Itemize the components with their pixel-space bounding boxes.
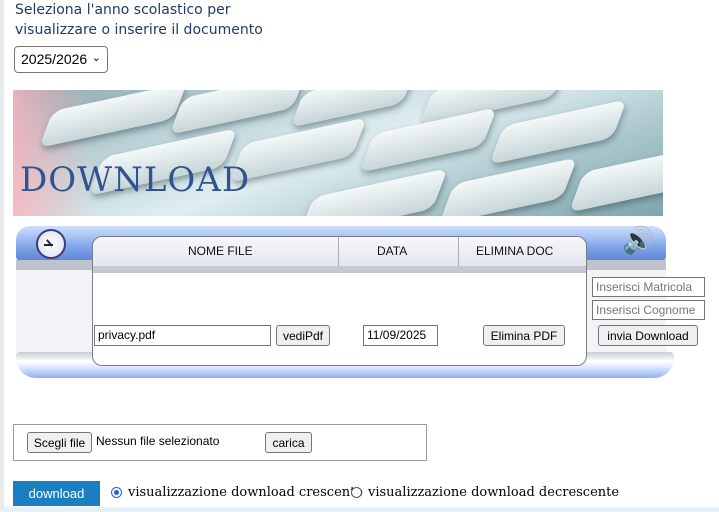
cognome-placeholder: Inserisci Cognome	[596, 303, 696, 317]
sort-ascending-label: visualizzazione download crescente	[128, 485, 364, 500]
keyboard-key	[438, 157, 578, 216]
intro-text: Seleziona l'anno scolastico per visualiz…	[15, 0, 263, 40]
file-date-field[interactable]: 11/09/2025	[363, 325, 438, 346]
school-year-select[interactable]: 2025/2026 ⌄	[14, 46, 108, 73]
sort-descending-label: visualizzazione download decrescente	[368, 485, 620, 500]
upload-button[interactable]: carica	[265, 432, 312, 453]
file-table-header: NOME FILE DATA ELIMINA DOC	[93, 237, 586, 267]
bottom-strip	[0, 507, 719, 512]
sort-ascending-radio[interactable]	[111, 487, 122, 498]
matricola-placeholder: Inserisci Matricola	[596, 280, 693, 294]
send-download-button[interactable]: invia Download	[598, 325, 698, 346]
school-year-value: 2025/2026	[21, 51, 88, 67]
left-edge-bar	[0, 0, 4, 512]
column-separator	[458, 237, 459, 266]
banner-title: DOWNLOAD	[20, 160, 251, 200]
intro-line-2: visualizzare o inserire il documento	[15, 22, 263, 38]
keyboard-key	[169, 90, 307, 135]
upload-form: Scegli file Nessun file selezionato cari…	[13, 424, 427, 461]
column-separator	[338, 237, 339, 266]
file-name-field[interactable]: privacy.pdf	[94, 325, 271, 346]
clock-icon	[36, 229, 66, 259]
keyboard-key	[489, 99, 627, 165]
header-nome-file: NOME FILE	[188, 244, 253, 258]
cognome-input[interactable]: Inserisci Cognome	[592, 300, 705, 320]
chevron-down-icon: ⌄	[91, 52, 101, 64]
keyboard-key	[298, 168, 448, 216]
file-table: NOME FILE DATA ELIMINA DOC	[92, 236, 587, 366]
choose-file-button[interactable]: Scegli file	[27, 432, 92, 453]
no-file-text: Nessun file selezionato	[96, 434, 220, 448]
speaker-icon[interactable]: 🔊	[622, 226, 654, 256]
view-pdf-button[interactable]: vediPdf	[276, 325, 330, 346]
header-elimina-doc: ELIMINA DOC	[476, 244, 554, 258]
header-data: DATA	[377, 244, 408, 258]
matricola-input[interactable]: Inserisci Matricola	[592, 277, 705, 297]
delete-pdf-button[interactable]: Elimina PDF	[483, 325, 565, 346]
file-table-band	[93, 266, 586, 273]
sort-descending-radio[interactable]	[351, 487, 362, 498]
keyboard-key	[568, 145, 663, 213]
intro-line-1: Seleziona l'anno scolastico per	[15, 2, 231, 18]
download-button[interactable]: download	[13, 481, 100, 506]
